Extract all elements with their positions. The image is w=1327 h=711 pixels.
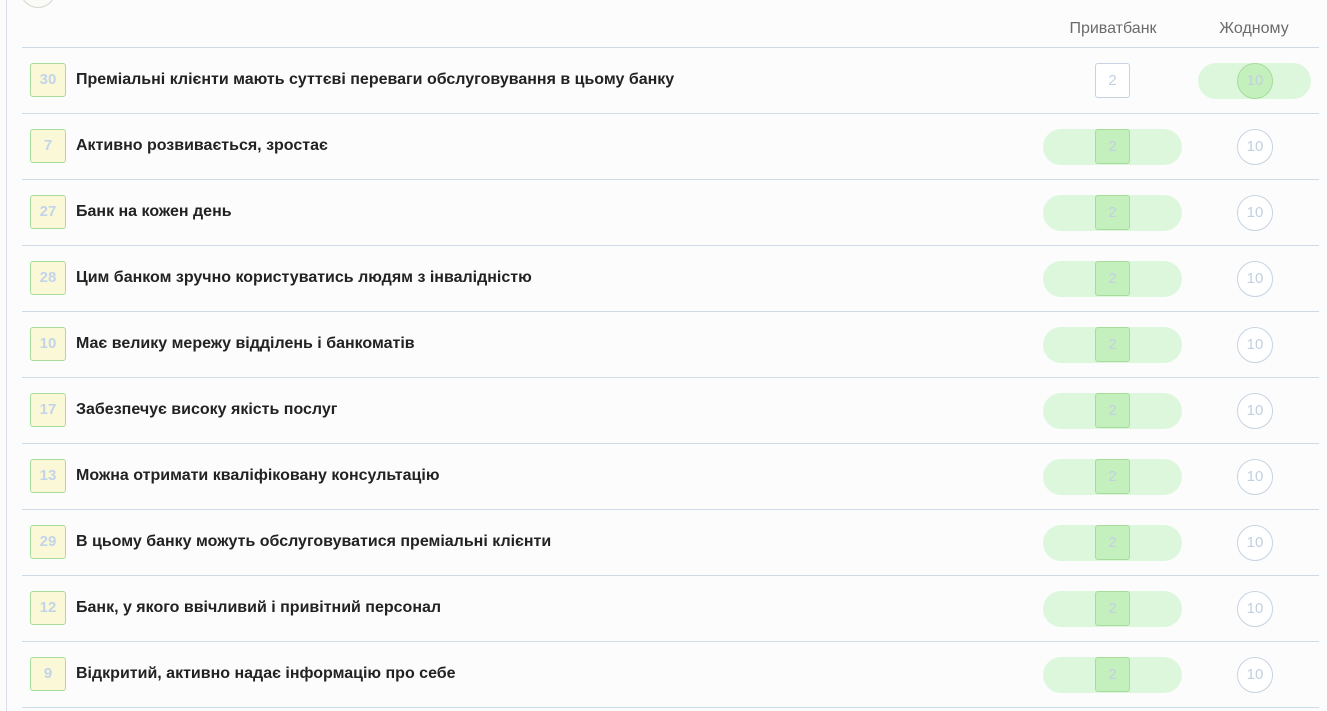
statement-text: Банк, у якого ввічливий і привітний перс… — [76, 599, 442, 616]
none-option-button[interactable]: 10 — [1237, 393, 1273, 429]
statement-number-badge: 7 — [30, 129, 66, 163]
table-row: 13 Можна отримати кваліфіковану консульта… — [22, 444, 1319, 510]
privatbank-option-button[interactable]: 2 — [1095, 261, 1130, 296]
table-row: 12 Банк, у якого ввічливий і привітний пе… — [22, 576, 1319, 642]
left-divider — [6, 0, 7, 711]
statement-number-badge: 27 — [30, 195, 66, 229]
privatbank-option-button[interactable]: 2 — [1095, 63, 1130, 98]
statement-number-badge: 13 — [30, 459, 66, 493]
statement-number-badge: 10 — [30, 327, 66, 361]
statement-text: Відкритий, активно надає інформацію про … — [76, 665, 456, 682]
statement-text: Преміальні клієнти мають суттєві переваг… — [76, 71, 675, 88]
table-header: Приватбанк Жодному — [22, 0, 1319, 48]
none-option-button[interactable]: 10 — [1237, 459, 1273, 495]
table-row: 29 В цьому банку можуть обслуговуватися п… — [22, 510, 1319, 576]
statement-text: Забезпечує високу якість послуг — [76, 401, 338, 418]
none-option-button[interactable]: 10 — [1237, 525, 1273, 561]
privatbank-option-button[interactable]: 2 — [1095, 393, 1130, 428]
column-header-privatbank: Приватбанк — [1069, 20, 1157, 37]
privatbank-option-button[interactable]: 2 — [1095, 459, 1130, 494]
table-row: 17 Забезпечує високу якість послуг 2 10 — [22, 378, 1319, 444]
statement-number-badge: 12 — [30, 591, 66, 625]
statement-text: Активно розвивається, зростає — [76, 137, 328, 154]
none-option-button[interactable]: 10 — [1237, 657, 1273, 693]
statement-text: Банк на кожен день — [76, 203, 232, 220]
statement-number-badge: 30 — [30, 63, 66, 97]
privatbank-option-button[interactable]: 2 — [1095, 327, 1130, 362]
none-option-button[interactable]: 10 — [1237, 261, 1273, 297]
privatbank-option-button[interactable]: 2 — [1095, 525, 1130, 560]
privatbank-option-button[interactable]: 2 — [1095, 657, 1130, 692]
statement-text: Має велику мережу відділень і банкоматів — [76, 335, 415, 352]
table-row: 7 Активно розвивається, зростає 2 10 — [22, 114, 1319, 180]
statement-number-badge: 9 — [30, 657, 66, 691]
statement-text: В цьому банку можуть обслуговуватися пре… — [76, 533, 552, 550]
none-option-button[interactable]: 10 — [1237, 591, 1273, 627]
statement-number-badge: 28 — [30, 261, 66, 295]
privatbank-option-button[interactable]: 2 — [1095, 591, 1130, 626]
privatbank-option-button[interactable]: 2 — [1095, 129, 1130, 164]
statement-text: Цим банком зручно користуватись людям з … — [76, 269, 532, 286]
none-option-button[interactable]: 10 — [1237, 63, 1273, 99]
survey-page: Приватбанк Жодному 30 Преміальні клієнти … — [0, 0, 1327, 711]
none-option-button[interactable]: 10 — [1237, 327, 1273, 363]
none-option-button[interactable]: 10 — [1237, 195, 1273, 231]
table-row: 9 Відкритий, активно надає інформацію про… — [22, 642, 1319, 708]
privatbank-option-button[interactable]: 2 — [1095, 195, 1130, 230]
table-row: 28 Цим банком зручно користуватись людям … — [22, 246, 1319, 312]
statement-text: Можна отримати кваліфіковану консультаці… — [76, 467, 440, 484]
column-header-none: Жодному — [1219, 20, 1289, 37]
table-row: 10 Має велику мережу відділень і банкомат… — [22, 312, 1319, 378]
statement-number-badge: 29 — [30, 525, 66, 559]
table-row: 27 Банк на кожен день 2 10 — [22, 180, 1319, 246]
statement-number-badge: 17 — [30, 393, 66, 427]
none-option-button[interactable]: 10 — [1237, 129, 1273, 165]
statement-list: 30 Преміальні клієнти мають суттєві перев… — [22, 48, 1319, 708]
table-row: 30 Преміальні клієнти мають суттєві перев… — [22, 48, 1319, 114]
